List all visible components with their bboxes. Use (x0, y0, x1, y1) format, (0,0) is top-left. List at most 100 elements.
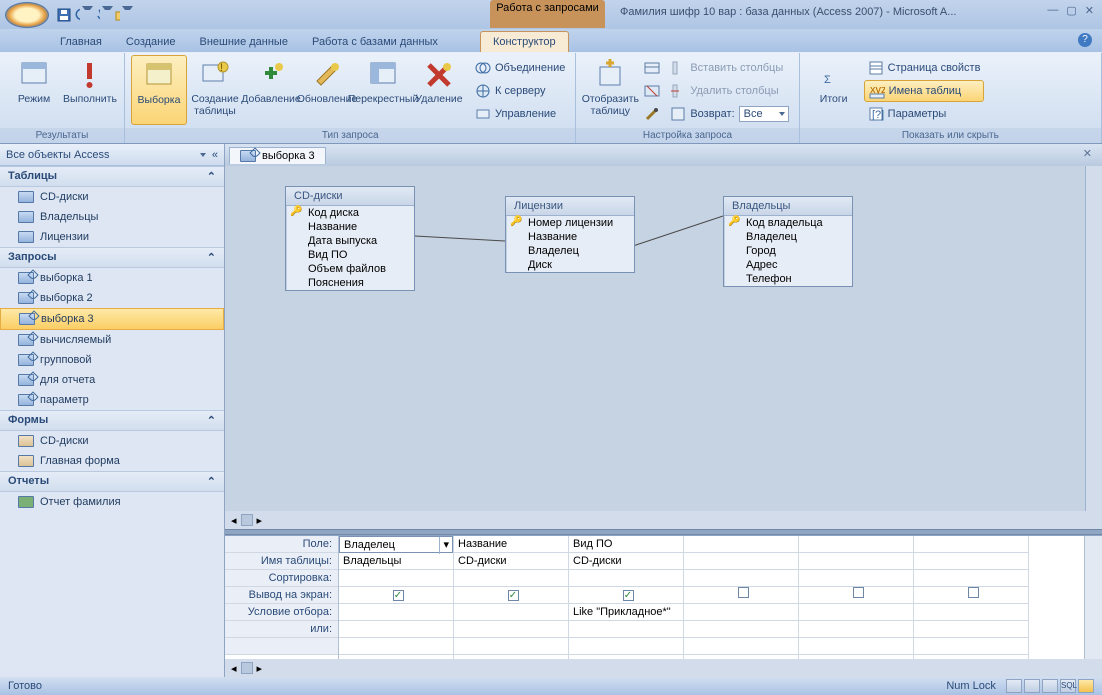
group-label-query-type: Тип запроса (125, 128, 575, 143)
grid-column[interactable]: НазваниеCD-диски✓ (454, 536, 569, 659)
svg-text:!: ! (220, 62, 223, 74)
delete-button[interactable]: Удаление (411, 55, 467, 125)
show-table-button[interactable]: Отобразить таблицу (582, 55, 638, 125)
delete-columns-button[interactable]: Удалить столбцы (666, 80, 792, 102)
grid-column[interactable] (799, 536, 914, 659)
tab-database-tools[interactable]: Работа с базами данных (300, 32, 450, 52)
append-button[interactable]: Добавление (243, 55, 299, 125)
field[interactable]: Владелец (506, 244, 634, 258)
builder-button[interactable] (640, 103, 664, 125)
nav-section-tables[interactable]: Таблицы⌃ (0, 166, 224, 187)
union-button[interactable]: Объединение (471, 57, 569, 79)
nav-section-forms[interactable]: Формы⌃ (0, 410, 224, 431)
group-label-show-hide: Показать или скрыть (800, 128, 1101, 143)
nav-query-3[interactable]: выборка 3 (0, 308, 224, 330)
nav-filter-icon[interactable] (200, 153, 206, 157)
parameters-button[interactable]: [?]Параметры (864, 103, 985, 125)
svg-text:Σ: Σ (824, 74, 831, 86)
view-pivotchart-icon[interactable] (1042, 679, 1058, 693)
nav-query-1[interactable]: выборка 1 (0, 268, 224, 288)
view-button[interactable]: Режим (6, 55, 62, 125)
crosstab-button[interactable]: Перекрестный (355, 55, 411, 125)
table-box-cddisks[interactable]: CD-диски Код диска Название Дата выпуска… (285, 186, 415, 291)
grid-column[interactable] (914, 536, 1029, 659)
workspace: Все объекты Access « Таблицы⌃ CD-диски В… (0, 144, 1102, 677)
update-button[interactable]: Обновление (299, 55, 355, 125)
office-button[interactable] (5, 2, 49, 28)
delete-rows-button[interactable] (640, 80, 664, 102)
nav-section-reports[interactable]: Отчеты⌃ (0, 471, 224, 492)
nav-report-surname[interactable]: Отчет фамилия (0, 492, 224, 512)
field[interactable]: Город (724, 244, 852, 258)
nav-query-group[interactable]: групповой (0, 350, 224, 370)
grid-column[interactable]: Владелец▾Владельцы✓ (339, 536, 454, 659)
nav-table-cddisks[interactable]: CD-диски (0, 187, 224, 207)
field[interactable]: Объем файлов (286, 262, 414, 276)
help-icon[interactable]: ? (1078, 33, 1092, 47)
nav-section-queries[interactable]: Запросы⌃ (0, 247, 224, 268)
undo-icon[interactable] (75, 6, 93, 24)
run-button[interactable]: Выполнить (62, 55, 118, 125)
document-close-icon[interactable]: ✕ (1083, 147, 1092, 160)
restore-button[interactable]: ▢ (1066, 4, 1076, 17)
diagram-pane[interactable]: CD-диски Код диска Название Дата выпуска… (225, 166, 1102, 511)
nav-header[interactable]: Все объекты Access « (0, 144, 224, 166)
open-icon[interactable] (115, 6, 133, 24)
field[interactable]: Адрес (724, 258, 852, 272)
data-definition-button[interactable]: Управление (471, 103, 569, 125)
field[interactable]: Телефон (724, 272, 852, 286)
nav-query-param[interactable]: параметр (0, 390, 224, 410)
view-pivottable-icon[interactable] (1024, 679, 1040, 693)
nav-query-2[interactable]: выборка 2 (0, 288, 224, 308)
tab-external-data[interactable]: Внешние данные (188, 32, 300, 52)
table-names-button[interactable]: xyzИмена таблиц (864, 80, 985, 102)
table-box-owners[interactable]: Владельцы Код владельца Владелец Город А… (723, 196, 853, 287)
nav-form-cddisks[interactable]: CD-диски (0, 431, 224, 451)
tab-create[interactable]: Создание (114, 32, 188, 52)
field[interactable]: Название (286, 220, 414, 234)
return-combo[interactable]: Все (739, 106, 789, 122)
property-sheet-button[interactable]: Страница свойств (864, 57, 985, 79)
totals-button[interactable]: Σ Итоги (806, 55, 862, 125)
field[interactable]: Название (506, 230, 634, 244)
nav-table-owners[interactable]: Владельцы (0, 207, 224, 227)
field[interactable]: Номер лицензии (506, 216, 634, 230)
view-sql-icon[interactable]: SQL (1060, 679, 1076, 693)
tab-design[interactable]: Конструктор (480, 31, 569, 52)
group-query-setup: Отобразить таблицу Вставить столбцы Удал… (576, 53, 799, 143)
passthrough-button[interactable]: К серверу (471, 80, 569, 102)
field[interactable]: Код владельца (724, 216, 852, 230)
nav-form-main[interactable]: Главная форма (0, 451, 224, 471)
grid-hscroll[interactable]: ◂▸ (225, 659, 1102, 677)
view-design-icon[interactable] (1078, 679, 1094, 693)
nav-collapse-icon[interactable]: « (212, 149, 218, 161)
grid-vscroll[interactable] (1084, 536, 1102, 659)
diagram-hscroll[interactable]: ◂▸ (225, 511, 1102, 529)
field[interactable]: Код диска (286, 206, 414, 220)
nav-table-licenses[interactable]: Лицензии (0, 227, 224, 247)
diagram-vscroll[interactable] (1085, 166, 1102, 511)
field[interactable]: Диск (506, 258, 634, 272)
redo-icon[interactable] (95, 6, 113, 24)
save-icon[interactable] (55, 6, 73, 24)
close-button[interactable]: ✕ (1085, 4, 1094, 17)
insert-columns-button[interactable]: Вставить столбцы (666, 57, 792, 79)
document-tab-active[interactable]: выборка 3 (229, 147, 326, 164)
insert-rows-button[interactable] (640, 57, 664, 79)
field[interactable]: Вид ПО (286, 248, 414, 262)
make-table-button[interactable]: ! Создание таблицы (187, 55, 243, 125)
select-query-button[interactable]: Выборка (131, 55, 187, 125)
minimize-button[interactable]: — (1047, 4, 1058, 17)
group-query-type: Выборка ! Создание таблицы Добавление Об… (125, 53, 576, 143)
view-datasheet-icon[interactable] (1006, 679, 1022, 693)
grid-column[interactable] (684, 536, 799, 659)
field[interactable]: Владелец (724, 230, 852, 244)
table-box-licenses[interactable]: Лицензии Номер лицензии Название Владеле… (505, 196, 635, 273)
grid-column[interactable]: Вид ПОCD-диски✓Like "Прикладное*" (569, 536, 684, 659)
navigation-pane: Все объекты Access « Таблицы⌃ CD-диски В… (0, 144, 225, 677)
field[interactable]: Дата выпуска (286, 234, 414, 248)
nav-query-report[interactable]: для отчета (0, 370, 224, 390)
nav-query-calc[interactable]: вычисляемый (0, 330, 224, 350)
tab-home[interactable]: Главная (48, 32, 114, 52)
field[interactable]: Пояснения (286, 276, 414, 290)
